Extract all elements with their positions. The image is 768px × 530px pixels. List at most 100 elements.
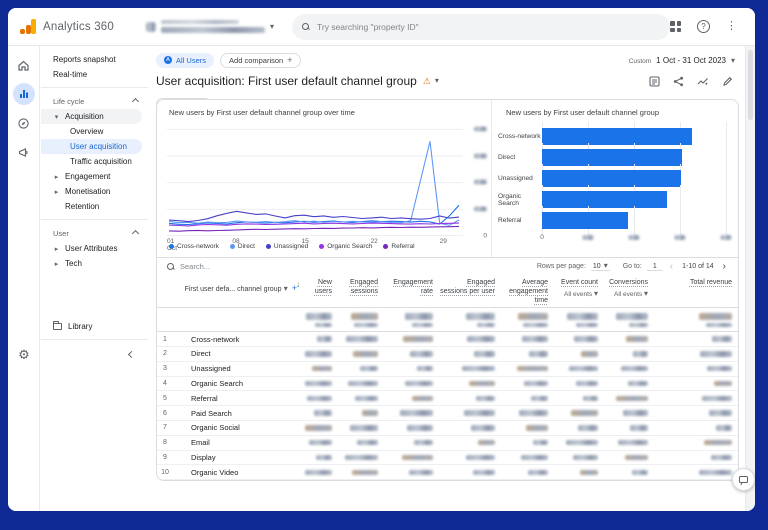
vertical-scrollbar[interactable]	[745, 46, 755, 511]
column-header-engagement-rate[interactable]: Engagement rate	[384, 275, 439, 307]
column-header-engaged-sessions[interactable]: Engaged sessions	[338, 275, 384, 307]
rows-per-page-select[interactable]: 10▾	[591, 262, 610, 271]
masked-value	[402, 455, 433, 461]
table-row-organic-search: 4Organic Search	[157, 377, 738, 392]
row-value-masked	[439, 465, 501, 479]
sidebar-item-user-attributes[interactable]: ▸User Attributes	[41, 241, 148, 256]
all-users-chip[interactable]: A All Users	[156, 53, 214, 68]
table-search-input[interactable]	[180, 262, 330, 271]
column-header-average-engagement-time[interactable]: Average engagement time	[501, 275, 554, 307]
customize-report-icon[interactable]	[649, 76, 660, 87]
property-logo-masked	[146, 22, 156, 32]
row-value-masked	[338, 362, 384, 376]
more-options-icon[interactable]: ⋮	[726, 21, 737, 32]
next-page-icon[interactable]: ›	[721, 261, 728, 272]
sidebar-item-engagement[interactable]: ▸Engagement	[41, 169, 148, 184]
sidebar-item-library[interactable]: Library	[41, 318, 148, 334]
nav-section-life-cycle[interactable]: Life cycle	[41, 93, 148, 109]
bar-track	[542, 210, 726, 231]
brand[interactable]: Analytics 360	[20, 19, 138, 34]
date-preset-label: Custom	[629, 58, 651, 65]
help-icon[interactable]: ?	[697, 20, 710, 33]
chevron-down-icon[interactable]: ▾	[435, 77, 439, 85]
masked-value	[317, 336, 332, 342]
row-value-masked	[654, 436, 738, 450]
rail-advertising-button[interactable]	[13, 141, 35, 163]
sidebar-item-overview[interactable]: Overview	[41, 124, 148, 139]
line-chart-plot	[167, 124, 463, 236]
edit-pencil-icon[interactable]	[722, 76, 733, 87]
masked-value	[348, 381, 378, 387]
sidebar-item-monetisation[interactable]: ▸Monetisation	[41, 184, 148, 199]
chevron-down-icon: ▾	[53, 113, 60, 121]
masked-value	[476, 396, 495, 402]
bar-category-label: Direct	[498, 154, 542, 161]
column-header-new-users[interactable]: ↓New users	[305, 275, 338, 307]
masked-value	[471, 425, 495, 431]
line-chart-legend: Cross-networkDirectUnassignedOrganic Sea…	[169, 243, 415, 250]
sidebar-item-real-time[interactable]: Real-time	[41, 67, 148, 82]
x-tick-masked	[583, 234, 594, 241]
date-range-selector[interactable]: Custom 1 Oct - 31 Oct 2023 ▾	[629, 56, 737, 65]
rail-explore-button[interactable]	[13, 112, 35, 134]
go-to-input[interactable]: 1	[647, 263, 663, 271]
masked-value	[625, 455, 648, 461]
column-subfilter[interactable]: All events ▾	[554, 290, 598, 299]
rail-home-button[interactable]	[13, 54, 35, 76]
sidebar-item-user-acquisition[interactable]: User acquisition	[41, 139, 142, 154]
totals-cell-masked	[501, 308, 554, 331]
row-value-masked	[305, 406, 338, 420]
column-header-event-count[interactable]: Event countAll events ▾	[554, 275, 604, 307]
library-folder-icon	[53, 323, 62, 330]
share-icon[interactable]	[673, 76, 684, 87]
row-channel: Organic Video	[179, 465, 305, 479]
column-header-dimension[interactable]: First user defa... channel group ▾+	[179, 275, 305, 307]
collapse-nav-button[interactable]	[41, 345, 148, 363]
masked-value	[350, 425, 378, 431]
property-selector[interactable]: ▾	[146, 20, 274, 33]
masked-value	[464, 410, 495, 416]
sidebar-item-tech[interactable]: ▸Tech	[41, 256, 148, 271]
column-subfilter[interactable]: All events ▾	[604, 290, 648, 299]
sidebar-item-reports-snapshot[interactable]: Reports snapshot	[41, 52, 148, 67]
row-value-masked	[554, 465, 604, 479]
report-card: New users by First user default channel …	[156, 99, 739, 481]
insights-icon[interactable]	[697, 76, 709, 87]
admin-gear-icon[interactable]: ⚙	[8, 347, 40, 363]
column-header-conversions[interactable]: ConversionsAll events ▾	[604, 275, 654, 307]
sidebar-item-acquisition[interactable]: ▾Acquisition	[41, 109, 142, 124]
legend-dot	[319, 244, 324, 249]
row-value-masked	[384, 406, 439, 420]
totals-spacer	[157, 308, 179, 331]
line-chart-svg	[167, 124, 463, 236]
rail-reports-button[interactable]	[13, 83, 35, 105]
table-row-paid-search: 6Paid Search	[157, 406, 738, 421]
global-search[interactable]	[292, 14, 670, 40]
masked-value	[632, 470, 648, 476]
column-header-total-revenue[interactable]: Total revenue	[654, 275, 738, 307]
masked-value	[700, 351, 732, 357]
sidebar-item-retention[interactable]: Retention	[41, 199, 148, 214]
search-input[interactable]	[317, 22, 660, 32]
row-value-masked	[501, 451, 554, 465]
chevron-right-icon: ▸	[53, 173, 60, 181]
masked-value	[628, 381, 648, 387]
nav-section-user[interactable]: User	[41, 225, 148, 241]
row-value-masked	[305, 436, 338, 450]
masked-value	[410, 351, 433, 357]
legend-dot	[266, 244, 271, 249]
bar	[542, 191, 667, 208]
sidebar-item-traffic-acquisition[interactable]: Traffic acquisition	[41, 154, 148, 169]
column-header-engaged-sessions-per-user[interactable]: Engaged sessions per user	[439, 275, 501, 307]
row-value-masked	[338, 332, 384, 346]
scrollbar-thumb[interactable]	[748, 50, 753, 120]
masked-value	[528, 470, 548, 476]
prev-page-icon[interactable]: ‹	[668, 261, 675, 272]
feedback-fab-button[interactable]	[732, 468, 755, 491]
apps-grid-icon[interactable]	[670, 21, 681, 32]
row-value-masked	[338, 451, 384, 465]
add-comparison-button[interactable]: Add comparison +	[220, 53, 301, 68]
masked-value	[345, 455, 378, 461]
masked-value	[571, 410, 598, 416]
warning-icon[interactable]: ⚠	[423, 76, 431, 87]
